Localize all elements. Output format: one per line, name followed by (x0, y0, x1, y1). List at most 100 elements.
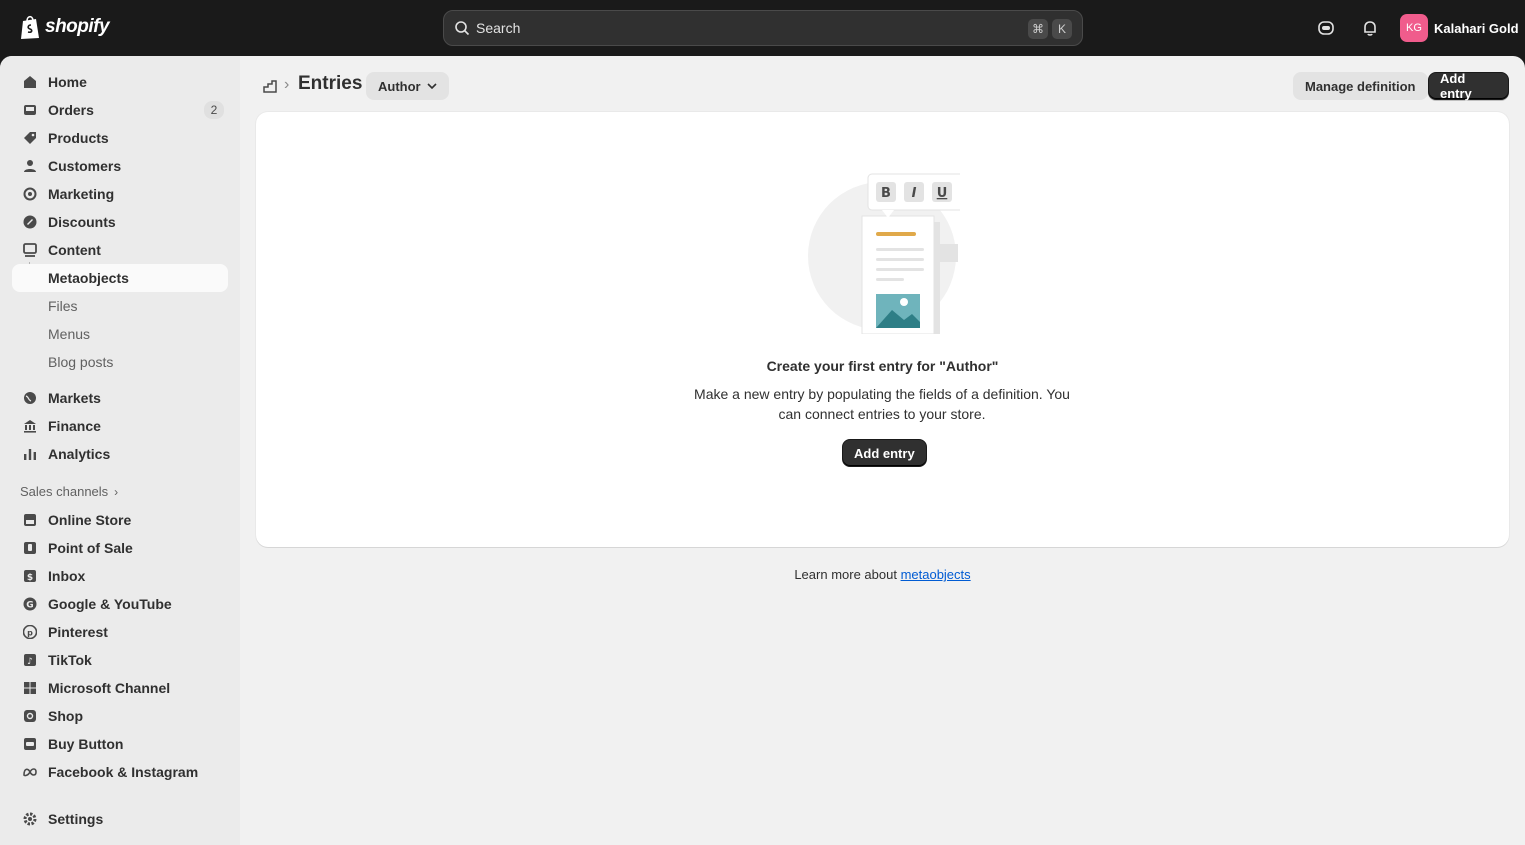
page-title: Entries (298, 73, 363, 94)
sidebar-item-orders[interactable]: Orders 2 (12, 96, 228, 124)
sidebar-item-marketing[interactable]: Marketing (12, 180, 228, 208)
person-icon (22, 158, 38, 174)
app-frame: Home Orders 2 Products Customers Marketi… (0, 56, 1525, 845)
sidebar-item-inbox[interactable]: $ Inbox (12, 562, 228, 590)
sidebar-item-label: Customers (48, 158, 122, 174)
sidebar-item-label: Blog posts (48, 354, 114, 370)
shop-app-icon (22, 708, 38, 724)
metaobjects-help-link[interactable]: metaobjects (901, 567, 971, 582)
shopify-logo[interactable]: shopify (20, 14, 110, 40)
sidebar-item-files[interactable]: Files (12, 292, 228, 320)
tiktok-icon: ♪ (22, 652, 38, 668)
sidebar-item-shop[interactable]: Shop (12, 702, 228, 730)
chevron-right-icon: › (114, 484, 119, 499)
buy-button-icon (22, 736, 38, 752)
globe-icon (22, 390, 38, 406)
notifications-bell-icon[interactable] (1359, 17, 1381, 39)
sidebar-item-discounts[interactable]: Discounts (12, 208, 228, 236)
top-bar: shopify Search ⌘ K KG Kalahari Gold (0, 0, 1525, 56)
sidebar-item-label: Finance (48, 418, 101, 434)
manage-definition-button[interactable]: Manage definition (1293, 72, 1428, 100)
footer-help-prefix: Learn more about (794, 567, 901, 582)
sidebar-item-menus[interactable]: Menus (12, 320, 228, 348)
sidebar-item-label: Shop (48, 708, 83, 724)
empty-state-title: Create your first entry for "Author" (766, 358, 999, 374)
sidebar-item-tiktok[interactable]: ♪ TikTok (12, 646, 228, 674)
sidebar-item-label: Analytics (48, 446, 111, 462)
sidebar-item-metaobjects[interactable]: Metaobjects (12, 264, 228, 292)
chevron-down-icon (427, 83, 437, 89)
svg-text:p: p (27, 629, 33, 638)
sidebar-item-label: Microsoft Channel (48, 680, 171, 696)
svg-text:I: I (912, 186, 917, 201)
definition-select-value: Author (378, 78, 421, 94)
sidebar-item-label: Online Store (48, 512, 132, 528)
pinterest-icon: p (22, 624, 38, 640)
sidebar-item-finance[interactable]: Finance (12, 412, 228, 440)
sidebar-item-home[interactable]: Home (12, 68, 228, 96)
add-entry-button[interactable]: Add entry (1428, 71, 1509, 101)
pos-icon (22, 540, 38, 556)
sidekick-icon[interactable] (1315, 17, 1337, 39)
definition-select[interactable]: Author (366, 72, 449, 100)
sidebar-item-label: Discounts (48, 214, 116, 230)
sidebar: Home Orders 2 Products Customers Marketi… (0, 56, 240, 845)
sidebar-item-pinterest[interactable]: p Pinterest (12, 618, 228, 646)
sidebar-item-online-store[interactable]: Online Store (12, 506, 228, 534)
search-bar[interactable]: Search ⌘ K (443, 10, 1083, 46)
empty-state-card: B I U Create your first entry for "Autho… (256, 112, 1509, 547)
sidebar-item-label: Files (48, 298, 78, 314)
page-header: › Entries Author Manage definition Add e… (256, 70, 1509, 102)
breadcrumb-separator-icon: › (284, 76, 290, 93)
bar-chart-icon (22, 446, 38, 462)
sidebar-item-label: Google & YouTube (48, 596, 172, 612)
discount-icon (22, 214, 38, 230)
sidebar-item-label: Facebook & Instagram (48, 764, 199, 780)
sales-channels-header[interactable]: Sales channels › (20, 484, 118, 499)
sidebar-item-point-of-sale[interactable]: Point of Sale (12, 534, 228, 562)
sidebar-item-buy-button[interactable]: Buy Button (12, 730, 228, 758)
empty-state-illustration: B I U (808, 173, 960, 334)
metaobjects-icon[interactable] (262, 78, 278, 94)
empty-state-body: Make a new entry by populating the field… (694, 386, 1070, 422)
sidebar-item-label: Inbox (48, 568, 86, 584)
svg-text:$: $ (27, 573, 33, 583)
orders-count-badge: 2 (204, 101, 224, 119)
shortcut-key-command: ⌘ (1028, 19, 1048, 39)
sidebar-item-label: Settings (48, 811, 104, 827)
sidebar-item-label: Pinterest (48, 624, 108, 640)
sidebar-item-google-youtube[interactable]: G Google & YouTube (12, 590, 228, 618)
logo-wordmark: shopify (45, 16, 110, 37)
avatar: KG (1400, 14, 1428, 42)
sidebar-item-microsoft-channel[interactable]: Microsoft Channel (12, 674, 228, 702)
sidebar-item-blog-posts[interactable]: Blog posts (12, 348, 228, 376)
meta-icon (22, 764, 38, 780)
sidebar-item-label: TikTok (48, 652, 92, 668)
sidebar-item-products[interactable]: Products (12, 124, 228, 152)
empty-state-add-entry-button[interactable]: Add entry (842, 439, 927, 467)
sidebar-item-label: Products (48, 130, 109, 146)
store-name: Kalahari Gold (1434, 20, 1519, 36)
main-content: › Entries Author Manage definition Add e… (240, 56, 1525, 845)
inbox-app-icon: $ (22, 568, 38, 584)
sidebar-item-facebook-instagram[interactable]: Facebook & Instagram (12, 758, 228, 786)
inbox-icon (22, 102, 38, 118)
store-menu-button[interactable]: KG Kalahari Gold (1400, 14, 1519, 42)
sidebar-item-label: Markets (48, 390, 101, 406)
svg-text:U: U (937, 186, 948, 201)
shortcut-key-k: K (1052, 19, 1072, 39)
sidebar-item-analytics[interactable]: Analytics (12, 440, 228, 468)
sidebar-item-settings[interactable]: Settings (12, 805, 228, 833)
sidebar-item-content[interactable]: Content (12, 236, 228, 264)
google-icon: G (22, 596, 38, 612)
gear-icon (22, 811, 38, 827)
sidebar-item-customers[interactable]: Customers (12, 152, 228, 180)
sidebar-item-label: Metaobjects (48, 270, 129, 286)
sidebar-item-label: Content (48, 242, 101, 258)
home-icon (22, 74, 38, 90)
microsoft-icon (22, 680, 38, 696)
svg-text:♪: ♪ (27, 657, 33, 667)
target-icon (22, 186, 38, 202)
search-icon (455, 21, 470, 36)
sidebar-item-markets[interactable]: Markets (12, 384, 228, 412)
